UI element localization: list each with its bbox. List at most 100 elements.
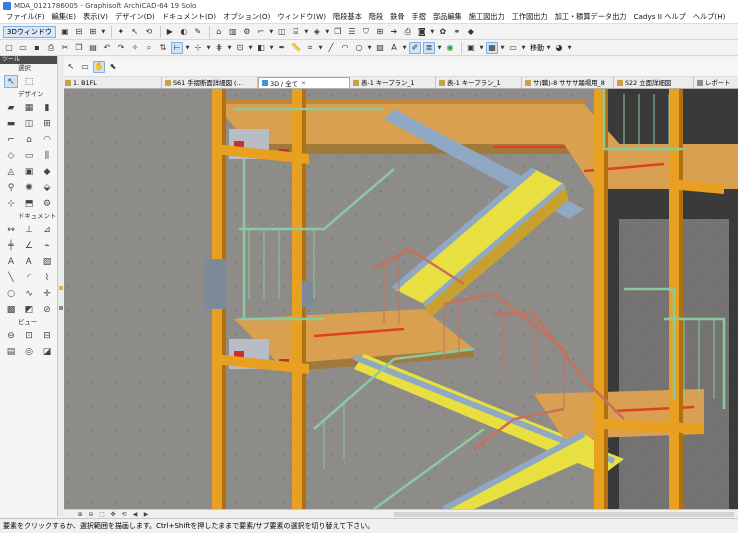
menu-file[interactable]: ファイル(F) [3,12,49,22]
elevation-tool-icon[interactable]: ⊡ [22,329,36,342]
chevron-down-icon[interactable]: ▼ [269,26,274,38]
wall-tool-icon[interactable]: ▰ [4,101,18,114]
building-icon[interactable]: ▥ [227,26,239,38]
tab-handrail-section[interactable]: S61 手摺断面詳細図 (… [162,77,258,88]
arrows-icon[interactable]: ⇅ [157,42,169,54]
menu-stair-basic[interactable]: 階段基本 [330,12,366,22]
monitor-icon[interactable]: ▭ [507,42,519,54]
zone-tool-icon[interactable]: ▣ [22,165,36,178]
spline-tool-icon[interactable]: ∿ [22,287,36,300]
close-icon[interactable]: ✕ [301,80,306,87]
list-icon[interactable]: ☰ [346,26,358,38]
display-icon[interactable]: ▣ [465,42,477,54]
interior-elevation-icon[interactable]: ⊟ [40,329,54,342]
drawing-tool-icon[interactable]: ◩ [22,303,36,316]
arc-tool-icon[interactable]: ◜ [22,271,36,284]
chevron-down-icon[interactable]: ▼ [430,26,435,38]
slab-tool-icon[interactable]: ▭ [22,149,36,162]
move-label[interactable]: 移動 [530,43,544,53]
suspend-groups-icon[interactable]: ⊡ [234,42,246,54]
roof-tool-icon[interactable]: ⌂ [22,133,36,146]
play-icon[interactable]: ▶ [164,26,176,38]
chevron-down-icon[interactable]: ▼ [185,42,190,54]
ruler-icon[interactable]: 📏 [290,42,302,54]
text-icon[interactable]: A [388,42,400,54]
guide-icon[interactable]: ⊹ [192,42,204,54]
menu-window[interactable]: ウィンドウ(W) [274,12,330,22]
radial-dimension-icon[interactable]: ⊿ [40,223,54,236]
fill-tool-icon[interactable]: ▨ [40,255,54,268]
link-icon[interactable]: ⚭ [451,26,463,38]
menu-stair[interactable]: 階段 [366,12,387,22]
menu-options[interactable]: オプション(O) [220,12,274,22]
cut-icon[interactable]: ✂ [59,42,71,54]
menu-edit[interactable]: 編集(E) [49,12,81,22]
filter-icon[interactable]: ⌸ [290,26,302,38]
tab-key-plan-2[interactable]: 表-1 キープラン_1 [436,77,522,88]
tab-key-plan-1[interactable]: 表-1 キープラン_1 [350,77,436,88]
trace-icon[interactable]: ◧ [255,42,267,54]
sketch-icon[interactable]: ✎ [192,26,204,38]
chevron-down-icon[interactable]: ▼ [304,26,309,38]
level-dimension-icon[interactable]: ⊥ [22,223,36,236]
dimension-tool-icon[interactable]: ↔ [4,223,18,236]
chevron-down-icon[interactable]: ▼ [248,42,253,54]
chevron-down-icon[interactable]: ▼ [546,42,551,54]
menu-design[interactable]: デザイン(D) [112,12,159,22]
menu-part-edit[interactable]: 部品編集 [430,12,466,22]
fit-window-icon[interactable]: ⬚ [98,511,106,518]
hotspot-icon[interactable]: ✛ [40,287,54,300]
chevron-down-icon[interactable]: ▼ [479,42,484,54]
horizontal-scrollbar[interactable] [394,512,734,517]
menu-view[interactable]: 表示(V) [80,12,112,22]
undo-icon[interactable]: ↶ [101,42,113,54]
menu-document[interactable]: ドキュメント(D) [159,12,220,22]
menu-shop-drawing[interactable]: 工作図出力 [509,12,552,22]
detail-tool-icon[interactable]: ◎ [22,345,36,358]
curtain-wall-icon[interactable]: ▦ [22,101,36,114]
chevron-down-icon[interactable]: ▼ [269,42,274,54]
gear-icon[interactable]: ⚙ [241,26,253,38]
window-tool-icon[interactable]: ⊞ [40,117,54,130]
tag-icon[interactable]: ⌗ [304,42,316,54]
menu-construction-drawing[interactable]: 施工図出力 [466,12,509,22]
profile-icon[interactable]: ⬒ [22,197,36,210]
save-icon[interactable]: ▪ [31,42,43,54]
chevron-down-icon[interactable]: ▼ [402,42,407,54]
chevron-down-icon[interactable]: ▼ [101,26,106,38]
line-tool-icon[interactable]: ╲ [4,271,18,284]
chevron-down-icon[interactable]: ▼ [325,26,330,38]
cursor-snap-icon[interactable]: ⊢ [171,41,183,54]
printer-icon[interactable]: ⎙ [402,26,414,38]
shell-tool-icon[interactable]: ◠ [40,133,54,146]
angle-dimension-icon[interactable]: ∠ [22,239,36,252]
arrow-right-icon[interactable]: ➔ [388,26,400,38]
orbit-icon[interactable]: ⟲ [143,26,155,38]
hand-icon[interactable]: ✋ [93,60,105,73]
tab-elevation-detail[interactable]: S22 立面詳細図 [614,77,694,88]
hatch-icon[interactable]: ▨ [374,42,386,54]
stair-icon[interactable]: ⌐ [255,26,267,38]
menu-help[interactable]: ヘルプ(H) [690,12,730,22]
open-folder-icon[interactable]: ▭ [17,42,29,54]
worksheet-tool-icon[interactable]: ▤ [4,345,18,358]
elevation-icon[interactable]: ⊞ [87,26,99,38]
text-tool-icon[interactable]: A [4,255,18,268]
tab-3d-all[interactable]: 3D / 全て ✕ [258,77,350,88]
chevron-down-icon[interactable]: ▼ [437,42,442,54]
floor-plan-icon[interactable]: ▣ [59,26,71,38]
accessory-icon[interactable]: ⬙ [40,181,54,194]
section-tool-icon[interactable]: ⊖ [4,329,18,342]
object-tool-icon[interactable]: ⚲ [4,181,18,194]
elevation-dimension-icon[interactable]: ╪ [4,239,18,252]
stack-icon[interactable]: ≣ [423,41,435,54]
snap-grid-icon[interactable]: ⋕ [213,42,225,54]
menu-steel[interactable]: 鉄骨 [387,12,408,22]
label-tool-icon[interactable]: ⌁ [40,239,54,252]
chevron-down-icon[interactable]: ▼ [206,42,211,54]
marker-tool-icon[interactable]: ⊘ [40,303,54,316]
walk-icon[interactable]: ✦ [115,26,127,38]
chevron-down-icon[interactable]: ▼ [567,42,572,54]
arrow-select-icon[interactable]: ↖ [65,61,77,73]
previous-zoom-icon[interactable]: ◀ [131,511,139,518]
